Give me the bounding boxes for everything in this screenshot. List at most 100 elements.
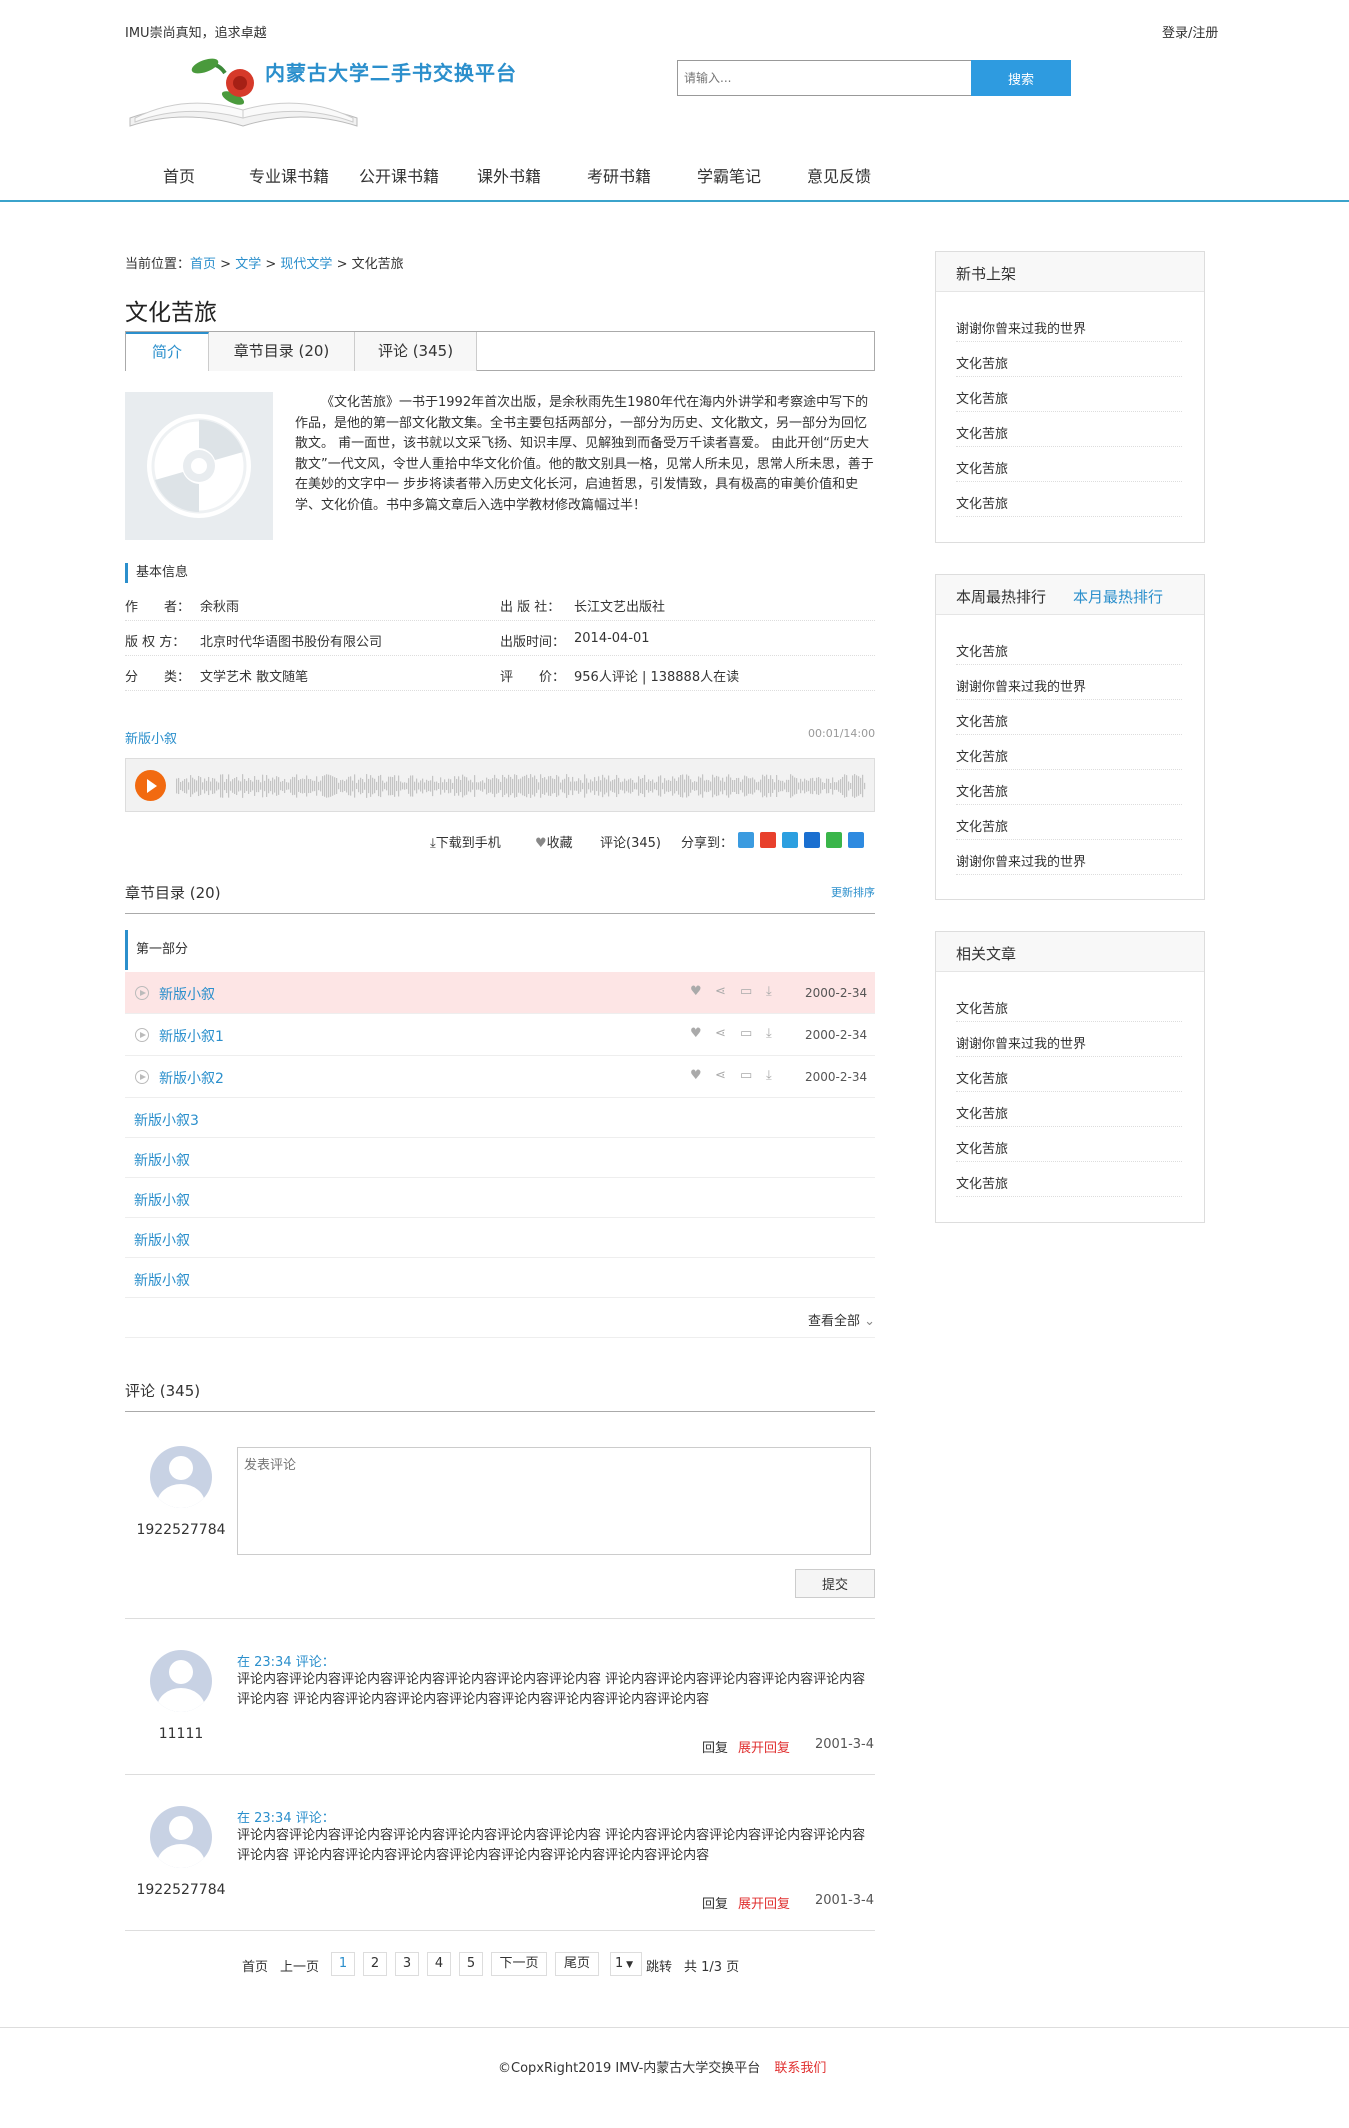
search-button[interactable]: 搜索 [971,60,1071,96]
chapter-name[interactable]: 新版小叙 [134,1150,190,1170]
play-circle-icon[interactable] [135,1028,149,1042]
pager-page-2[interactable]: 2 [363,1952,387,1976]
see-all-chapters[interactable]: 查看全部 ⌄ [125,1294,875,1338]
chapter-name[interactable]: 新版小叙3 [134,1110,199,1130]
tab-comments[interactable]: 评论 (345) [355,332,477,371]
sidebar-article-link[interactable]: 文化苦旅 [956,1057,1182,1092]
sort-by-update-link[interactable]: 更新排序 [831,884,875,900]
favorite-button[interactable]: ♥收藏 [535,832,573,851]
pager-first[interactable]: 首页 [242,1956,268,1975]
play-circle-icon[interactable] [135,1070,149,1084]
see-all-label[interactable]: 查看全部 [808,1314,860,1329]
share-wechat-icon[interactable] [826,832,842,848]
chapter-row[interactable]: 新版小叙 [125,1178,875,1218]
sidebar-book-link[interactable]: 谢谢你曾来过我的世界 [956,665,1182,700]
sidebar-book-link[interactable]: 文化苦旅 [956,735,1182,770]
share-tencent-icon[interactable] [782,832,798,848]
nav-public-course-books[interactable]: 公开课书籍 [359,163,439,187]
nav-feedback[interactable]: 意见反馈 [807,163,871,187]
tab-monthly-ranking[interactable]: 本月最热排行 [1073,586,1163,607]
sidebar-article-link[interactable]: 文化苦旅 [956,1162,1182,1197]
chapter-name[interactable]: 新版小叙2 [159,1068,224,1088]
sidebar-article-link[interactable]: 文化苦旅 [956,1127,1182,1162]
comment-icon[interactable]: ▭ [740,1026,752,1041]
sidebar-article-link[interactable]: 谢谢你曾来过我的世界 [956,1022,1182,1057]
sidebar-article-link[interactable]: 文化苦旅 [956,1092,1182,1127]
sidebar-book-link[interactable]: 文化苦旅 [956,630,1182,665]
heart-icon[interactable]: ♥ [690,1068,702,1083]
sidebar-book-link[interactable]: 文化苦旅 [956,700,1182,735]
audio-title[interactable]: 新版小叙 [125,728,177,747]
reply-link[interactable]: 回复 [702,1737,728,1756]
sidebar-book-link[interactable]: 文化苦旅 [956,412,1182,447]
heart-icon[interactable]: ♥ [690,1026,702,1041]
chapter-name[interactable]: 新版小叙 [134,1230,190,1250]
chapter-row[interactable]: 新版小叙 [125,1138,875,1178]
pager-last[interactable]: 尾页 [555,1952,599,1976]
breadcrumb-literature[interactable]: 文学 [235,257,261,272]
pager-page-3[interactable]: 3 [395,1952,419,1976]
chapter-name[interactable]: 新版小叙 [159,984,215,1004]
sidebar-book-link[interactable]: 文化苦旅 [956,377,1182,412]
share-icon[interactable]: ⋖ [715,1026,726,1041]
sidebar-book-link[interactable]: 文化苦旅 [956,482,1182,517]
play-circle-icon[interactable] [135,986,149,1000]
share-renren-icon[interactable] [804,832,820,848]
comment-icon[interactable]: ▭ [740,984,752,999]
share-more-icon[interactable] [848,832,864,848]
chapter-row[interactable]: 新版小叙 ♥ ⋖ ▭ ⤓ 2000-2-34 [125,972,875,1014]
breadcrumb-modern-literature[interactable]: 现代文学 [280,257,332,272]
pager-next[interactable]: 下一页 [491,1952,547,1976]
sidebar-book-link[interactable]: 文化苦旅 [956,342,1182,377]
chapter-row[interactable]: 新版小叙1 ♥ ⋖ ▭ ⤓ 2000-2-34 [125,1014,875,1056]
chapter-name[interactable]: 新版小叙 [134,1270,190,1290]
download-icon[interactable]: ⤓ [766,1026,772,1041]
comment-input[interactable] [237,1447,871,1555]
chapter-row[interactable]: 新版小叙2 ♥ ⋖ ▭ ⤓ 2000-2-34 [125,1056,875,1098]
sidebar-article-link[interactable]: 文化苦旅 [956,987,1182,1022]
sidebar-book-link[interactable]: 文化苦旅 [956,770,1182,805]
pager-page-5[interactable]: 5 [459,1952,483,1976]
pager-prev[interactable]: 上一页 [280,1956,319,1975]
sidebar-book-link[interactable]: 谢谢你曾来过我的世界 [956,307,1182,342]
download-icon[interactable]: ⤓ [766,984,772,999]
login-register-link[interactable]: 登录/注册 [1162,22,1218,41]
download-to-phone-button[interactable]: ⤓下载到手机 [430,832,501,851]
chapter-name[interactable]: 新版小叙 [134,1190,190,1210]
pager-page-4[interactable]: 4 [427,1952,451,1976]
contact-us-link[interactable]: 联系我们 [774,2061,826,2076]
breadcrumb-home[interactable]: 首页 [190,257,216,272]
audio-waveform[interactable] [176,771,866,801]
comment-icon[interactable]: ▭ [740,1068,752,1083]
expand-replies-link[interactable]: 展开回复 [738,1893,790,1912]
nav-extracurricular-books[interactable]: 课外书籍 [477,163,541,187]
tab-chapters[interactable]: 章节目录 (20) [209,332,355,371]
sidebar-book-link[interactable]: 文化苦旅 [956,805,1182,840]
nav-notes[interactable]: 学霸笔记 [697,163,761,187]
share-weibo-icon[interactable] [760,832,776,848]
nav-major-books[interactable]: 专业课书籍 [249,163,329,187]
nav-home[interactable]: 首页 [163,163,195,187]
search-input[interactable] [678,61,970,95]
sidebar-book-link[interactable]: 文化苦旅 [956,447,1182,482]
share-icon[interactable]: ⋖ [715,984,726,999]
pager-jump-select[interactable]: 1 ▼ [610,1952,642,1976]
pager-page-1[interactable]: 1 [331,1952,355,1976]
expand-replies-link[interactable]: 展开回复 [738,1737,790,1756]
sidebar-book-link[interactable]: 谢谢你曾来过我的世界 [956,840,1182,875]
chapter-row[interactable]: 新版小叙 [125,1258,875,1298]
chapter-row[interactable]: 新版小叙3 [125,1098,875,1138]
tab-intro[interactable]: 简介 [126,332,209,371]
play-button[interactable] [135,770,166,801]
reply-link[interactable]: 回复 [702,1893,728,1912]
share-icon[interactable]: ⋖ [715,1068,726,1083]
comment-count-link[interactable]: 评论(345) [600,832,661,851]
nav-exam-books[interactable]: 考研书籍 [587,163,651,187]
download-icon[interactable]: ⤓ [766,1068,772,1083]
heart-icon[interactable]: ♥ [690,984,702,999]
submit-comment-button[interactable]: 提交 [795,1569,875,1598]
chapter-row[interactable]: 新版小叙 [125,1218,875,1258]
pager-jump-button[interactable]: 跳转 [646,1956,672,1975]
share-qzone-icon[interactable] [738,832,754,848]
chapter-name[interactable]: 新版小叙1 [159,1026,224,1046]
